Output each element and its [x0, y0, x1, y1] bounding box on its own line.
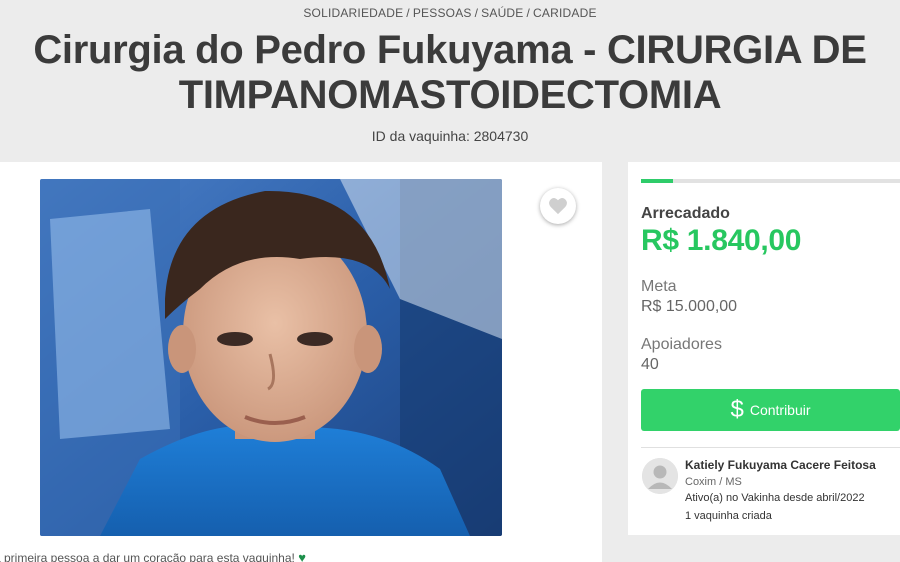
organizer-count: 1 vaquinha criada: [685, 510, 772, 522]
organizer-since: Ativo(a) no Vakinha desde abril/2022: [685, 492, 865, 504]
green-heart-icon: ♥: [298, 550, 306, 562]
contribute-button[interactable]: $ Contribuir: [641, 389, 900, 431]
goal-value: R$ 15.000,00: [641, 298, 738, 315]
organizer-name[interactable]: Katiely Fukuyama Cacere Feitosa: [685, 458, 876, 472]
supporters-label: Apoiadores: [641, 336, 722, 353]
vaquinha-id: ID da vaquinha: 2804730: [371, 128, 529, 144]
breadcrumb-categories: SOLIDARIEDADE / PESSOAS / SAÚDE / CARIDADE: [303, 6, 597, 20]
progress-bar: [641, 179, 900, 183]
first-heart-message: a primeira pessoa a dar um coração para …: [0, 550, 306, 562]
supporters-value: 40: [641, 356, 659, 373]
avatar[interactable]: [642, 458, 678, 494]
favorite-button[interactable]: [540, 188, 576, 224]
contribute-label: Contribuir: [749, 402, 811, 418]
campaign-photo: [40, 179, 502, 536]
raised-value: R$ 1.840,00: [641, 224, 802, 257]
organizer-location: Coxim / MS: [685, 476, 742, 488]
heart-icon: [549, 198, 567, 215]
user-avatar-icon: [642, 458, 678, 494]
page-title: Cirurgia do Pedro Fukuyama - CIRURGIA DE…: [33, 28, 867, 117]
divider: [641, 447, 900, 448]
category-link[interactable]: PESSOAS: [413, 6, 472, 20]
goal-label: Meta: [641, 278, 677, 295]
boy-photo: [40, 179, 502, 536]
campaign-media-card: a primeira pessoa a dar um coração para …: [0, 162, 602, 562]
dollar-icon: $: [730, 396, 744, 423]
category-link[interactable]: CARIDADE: [533, 6, 597, 20]
page-header: SOLIDARIEDADE / PESSOAS / SAÚDE / CARIDADE Cir…: [0, 0, 900, 160]
raised-label: Arrecadado: [641, 205, 730, 222]
category-link[interactable]: SOLIDARIEDADE: [303, 6, 403, 20]
donation-card: Arrecadado R$ 1.840,00 Meta R$ 15.000,00…: [628, 162, 900, 535]
category-link[interactable]: SAÚDE: [481, 6, 523, 20]
progress-fill: [641, 179, 673, 183]
